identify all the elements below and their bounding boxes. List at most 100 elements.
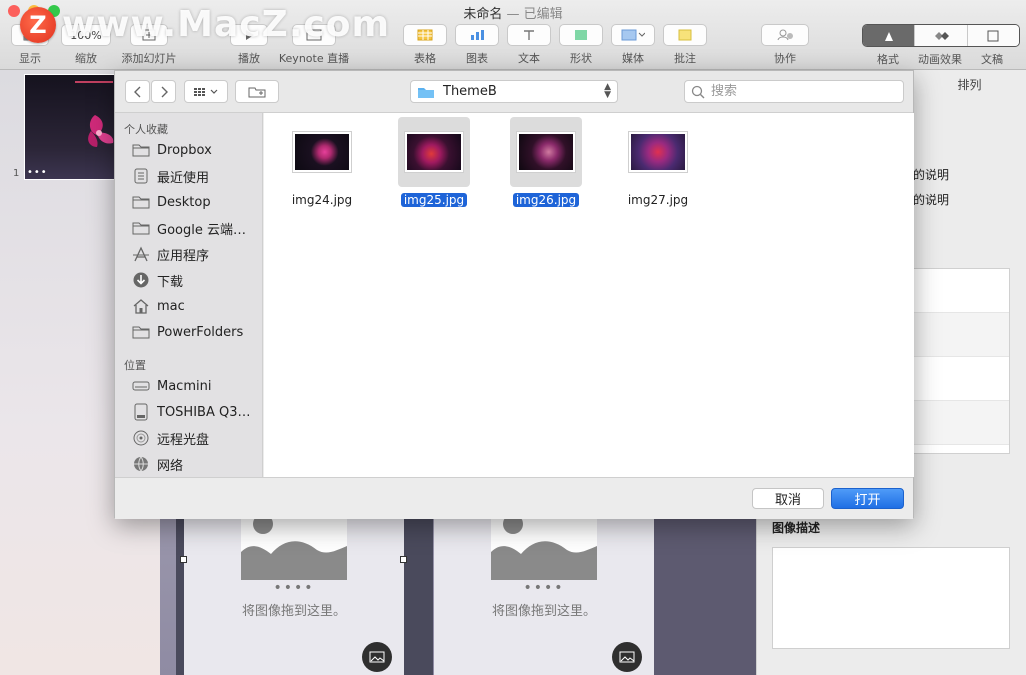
media-picker-button[interactable] bbox=[362, 642, 392, 672]
open-file-dialog: ThemeB ▲▼ 个人收藏 Dropbox 最近使用 Desktop Goog… bbox=[114, 70, 914, 519]
inspector-option-text[interactable]: 的说明 bbox=[913, 191, 949, 208]
view-mode-button[interactable] bbox=[184, 80, 228, 103]
sidebar-item-label: Desktop bbox=[157, 194, 211, 210]
format-tab-label: 格式 bbox=[877, 53, 899, 66]
folder-icon bbox=[418, 87, 434, 98]
icon-grid-view-icon bbox=[194, 87, 218, 96]
toolbar-play-label: 播放 bbox=[238, 52, 260, 65]
shape-icon bbox=[559, 24, 603, 46]
toolbar-media[interactable]: 媒体 bbox=[610, 24, 656, 66]
dialog-sidebar: 个人收藏 Dropbox 最近使用 Desktop Google 云端… 应用程… bbox=[115, 113, 263, 477]
animate-tab-button[interactable] bbox=[914, 25, 967, 46]
file-item[interactable]: img26.jpg bbox=[510, 117, 582, 207]
toolbar-table[interactable]: 表格 bbox=[402, 24, 448, 66]
animate-icon bbox=[934, 31, 949, 40]
toolbar-collaborate-label: 协作 bbox=[774, 52, 796, 65]
sidebar-item-powerfolders[interactable]: PowerFolders bbox=[131, 321, 259, 343]
inspector-style-list[interactable] bbox=[913, 268, 1010, 454]
dialog-footer: 取消 打开 bbox=[115, 477, 913, 519]
text-icon bbox=[507, 24, 551, 46]
media-picker-button[interactable] bbox=[612, 642, 642, 672]
image-description-label: 图像描述 bbox=[772, 521, 821, 535]
document-tab-button[interactable] bbox=[966, 25, 1019, 46]
file-item[interactable]: img25.jpg bbox=[398, 117, 470, 207]
file-thumbnail bbox=[293, 132, 351, 172]
locations-header: 位置 bbox=[124, 359, 146, 372]
back-button[interactable] bbox=[125, 80, 150, 103]
toolbar-add-slide-label: 添加幻灯片 bbox=[121, 52, 177, 65]
toolbar-shape[interactable]: 形状 bbox=[558, 24, 604, 66]
search-input[interactable] bbox=[709, 83, 879, 100]
image-placeholder-icon bbox=[491, 518, 597, 580]
toolbar-keynote-live-label: Keynote 直播 bbox=[278, 52, 350, 65]
document-icon bbox=[987, 30, 999, 41]
sidebar-item-toshiba[interactable]: TOSHIBA Q3… bbox=[131, 401, 259, 423]
toolbar-comment[interactable]: 批注 bbox=[662, 24, 708, 66]
forward-button[interactable] bbox=[151, 80, 176, 103]
format-tab-button[interactable] bbox=[863, 25, 915, 46]
toolbar-chart[interactable]: 图表 bbox=[454, 24, 500, 66]
chevron-left-icon bbox=[133, 86, 140, 97]
sidebar-item-remote-disc[interactable]: 远程光盘 bbox=[131, 427, 259, 449]
slide-thumbnail-menu[interactable]: ••• bbox=[27, 167, 48, 178]
sidebar-item-desktop[interactable]: Desktop bbox=[131, 191, 259, 213]
sidebar-item-home[interactable]: mac bbox=[131, 295, 259, 317]
file-name: img26.jpg bbox=[512, 193, 580, 207]
image-description-field[interactable] bbox=[772, 547, 1010, 649]
toolbar-collaborate[interactable]: 协作 bbox=[760, 24, 810, 66]
sidebar-item-network[interactable]: 网络 bbox=[131, 453, 259, 475]
cancel-button[interactable]: 取消 bbox=[752, 488, 824, 509]
selection-handle[interactable] bbox=[400, 556, 407, 563]
inspector-option-text[interactable]: 的说明 bbox=[913, 166, 949, 183]
drive-icon bbox=[134, 403, 148, 421]
applications-icon bbox=[133, 246, 149, 262]
sidebar-item-label: 最近使用 bbox=[157, 170, 210, 186]
sidebar-item-label: mac bbox=[157, 298, 185, 314]
chevron-right-icon bbox=[161, 86, 168, 97]
sidebar-item-google-drive[interactable]: Google 云端… bbox=[131, 217, 259, 239]
sidebar-item-macmini[interactable]: Macmini bbox=[131, 375, 259, 397]
image-placeholder[interactable]: •••• 将图像拖到这里。 bbox=[434, 518, 654, 675]
disc-icon bbox=[133, 430, 149, 446]
sidebar-item-label: PowerFolders bbox=[157, 324, 244, 340]
slide-gap bbox=[403, 518, 433, 675]
location-popup[interactable]: ThemeB ▲ ▼ bbox=[410, 80, 618, 103]
new-folder-button[interactable] bbox=[235, 80, 279, 103]
search-icon bbox=[691, 85, 705, 98]
open-button[interactable]: 打开 bbox=[831, 488, 904, 509]
favorites-header: 个人收藏 bbox=[124, 123, 168, 136]
sidebar-item-applications[interactable]: 应用程序 bbox=[131, 243, 259, 265]
folder-icon bbox=[132, 222, 150, 235]
placeholder-dots: •••• bbox=[273, 580, 315, 596]
document-tab-label: 文稿 bbox=[981, 53, 1003, 66]
computer-icon bbox=[132, 381, 150, 391]
file-item[interactable]: img27.jpg bbox=[622, 117, 694, 207]
toolbar-zoom-label: 缩放 bbox=[75, 52, 97, 65]
file-thumbnail bbox=[405, 132, 463, 172]
window-title-name: 未命名 bbox=[463, 7, 503, 22]
sidebar-item-label: 下载 bbox=[157, 274, 184, 290]
file-name: img24.jpg bbox=[291, 193, 353, 207]
sidebar-item-recents[interactable]: 最近使用 bbox=[131, 165, 259, 187]
toolbar-text[interactable]: 文本 bbox=[506, 24, 552, 66]
file-name: img27.jpg bbox=[627, 193, 689, 207]
sidebar-item-downloads[interactable]: 下载 bbox=[131, 269, 259, 291]
file-item[interactable]: img24.jpg bbox=[286, 117, 358, 207]
animate-tab-label: 动画效果 bbox=[918, 53, 962, 66]
sidebar-item-label: 远程光盘 bbox=[157, 432, 210, 448]
new-folder-icon bbox=[248, 87, 266, 98]
popup-arrows-icon: ▲ ▼ bbox=[604, 82, 611, 100]
image-icon bbox=[369, 651, 385, 663]
selection-handle[interactable] bbox=[180, 556, 187, 563]
toolbar-shape-label: 形状 bbox=[570, 52, 592, 65]
table-icon bbox=[403, 24, 447, 46]
sidebar-item-label: TOSHIBA Q3… bbox=[157, 404, 251, 420]
slide-thumbnail[interactable]: ••• bbox=[24, 74, 120, 180]
file-thumbnail bbox=[629, 132, 687, 172]
arrange-tab[interactable]: 排列 bbox=[913, 76, 1026, 93]
image-placeholder[interactable]: •••• 将图像拖到这里。 bbox=[184, 518, 404, 675]
sidebar-item-dropbox[interactable]: Dropbox bbox=[131, 139, 259, 161]
media-icon bbox=[611, 24, 655, 46]
search-field[interactable] bbox=[684, 80, 904, 103]
image-icon bbox=[619, 651, 635, 663]
